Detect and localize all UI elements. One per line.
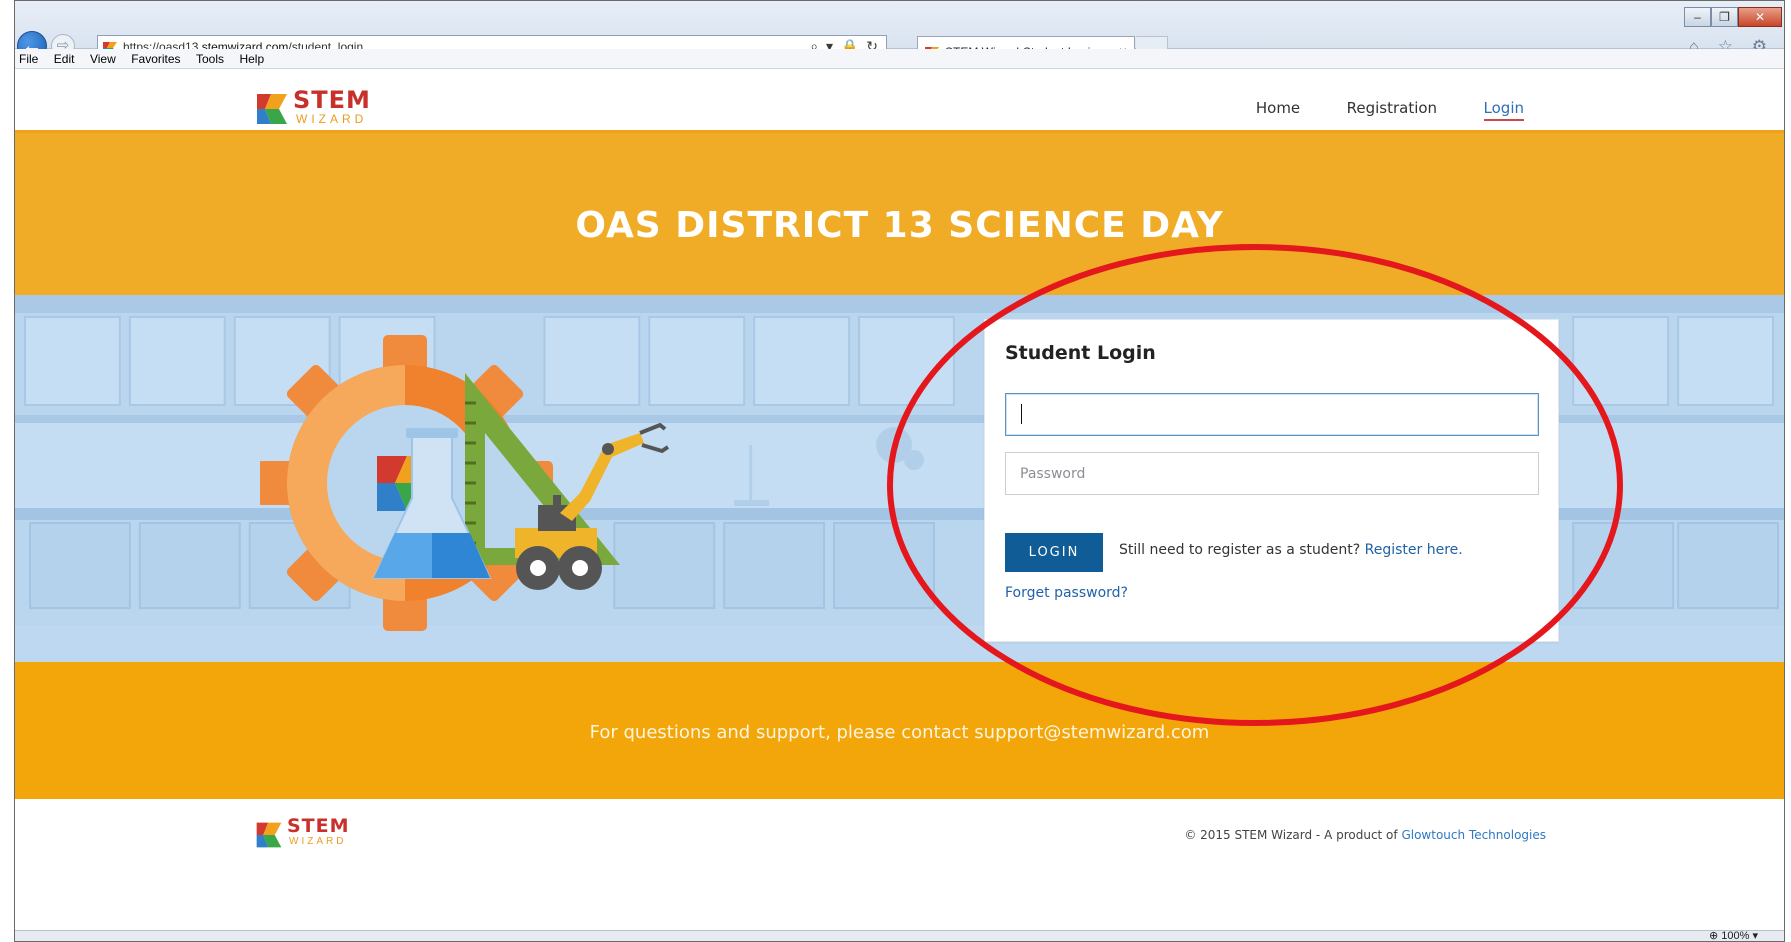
browser-toolbar: ← ⇨ https://oasd13.stemwizard.com/studen…: [15, 1, 1784, 66]
username-input[interactable]: [1005, 393, 1539, 436]
register-prompt-text: Still need to register as a student?: [1119, 542, 1361, 558]
menu-bar: File Edit View Favorites Tools Help: [15, 49, 1784, 69]
page-title: OAS DISTRICT 13 SCIENCE DAY: [575, 205, 1224, 246]
site-header: STEM WIZARD Home Registration Login: [15, 69, 1784, 133]
stem-wizard-logo-icon: [257, 94, 287, 124]
support-text: For questions and support, please contac…: [589, 722, 1210, 743]
logo-stem-text: STEM: [287, 815, 350, 837]
text-cursor: [1021, 404, 1022, 424]
stem-gear-illustration: [260, 335, 670, 631]
glowtouch-link[interactable]: Glowtouch Technologies: [1401, 828, 1546, 842]
logo-stem-text: STEM: [293, 86, 371, 114]
window-controls: – ❐ ✕: [1684, 7, 1782, 29]
register-prompt: Still need to register as a student? Reg…: [1119, 542, 1463, 558]
copyright: © 2015 STEM Wizard - A product of Glowto…: [1184, 828, 1546, 842]
close-window-icon[interactable]: ✕: [1738, 7, 1782, 27]
copyright-text: © 2015 STEM Wizard - A product of: [1184, 828, 1398, 842]
menu-help[interactable]: Help: [239, 49, 264, 69]
menu-favorites[interactable]: Favorites: [131, 49, 180, 69]
forgot-password-link[interactable]: Forget password?: [1005, 585, 1128, 601]
nav-registration[interactable]: Registration: [1347, 99, 1437, 117]
logo-wizard-text: WIZARD: [296, 112, 368, 126]
main-nav: Home Registration Login: [1214, 99, 1524, 121]
stem-wizard-logo-icon: [256, 822, 282, 848]
status-bar: ⊕ 100% ▾: [15, 929, 1784, 941]
restore-icon[interactable]: ❐: [1711, 7, 1738, 27]
zoom-control[interactable]: ⊕ 100% ▾: [1709, 929, 1758, 941]
register-here-link[interactable]: Register here.: [1365, 542, 1463, 558]
page-footer: STEM WIZARD © 2015 STEM Wizard - A produ…: [15, 799, 1784, 929]
menu-edit[interactable]: Edit: [54, 49, 75, 69]
footer-logo[interactable]: STEM WIZARD: [255, 815, 365, 852]
menu-view[interactable]: View: [90, 49, 116, 69]
event-banner: OAS DISTRICT 13 SCIENCE DAY: [15, 133, 1784, 295]
support-band: For questions and support, please contac…: [15, 662, 1784, 799]
browser-window: ← ⇨ https://oasd13.stemwizard.com/studen…: [14, 0, 1785, 942]
minimize-icon[interactable]: –: [1684, 7, 1711, 27]
nav-login[interactable]: Login: [1483, 99, 1524, 121]
stem-wizard-logo[interactable]: STEM WIZARD: [255, 86, 395, 129]
nav-home[interactable]: Home: [1256, 99, 1300, 117]
menu-file[interactable]: File: [19, 49, 38, 69]
login-heading: Student Login: [1005, 342, 1156, 364]
logo-wizard-text: WIZARD: [289, 836, 347, 847]
password-input[interactable]: [1005, 452, 1539, 495]
student-login-card: Student Login LOGIN Still need to regist…: [984, 319, 1559, 642]
menu-tools[interactable]: Tools: [196, 49, 224, 69]
login-button[interactable]: LOGIN: [1005, 533, 1103, 572]
